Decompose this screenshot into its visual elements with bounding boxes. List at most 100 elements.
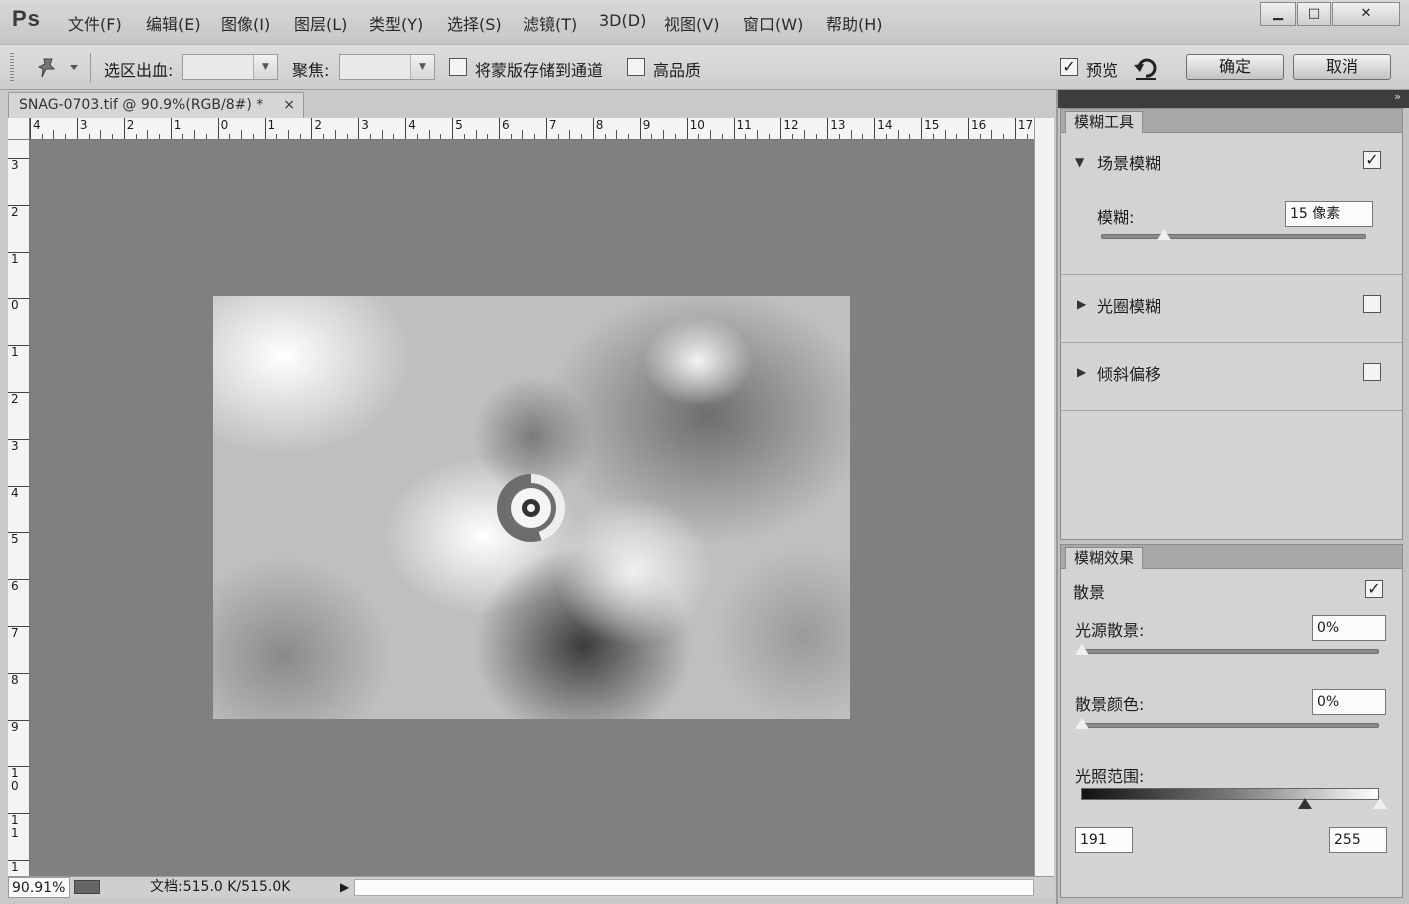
ruler-minor-tick bbox=[534, 134, 536, 139]
ruler-minor-tick bbox=[135, 134, 137, 139]
ruler-minor-tick bbox=[229, 134, 231, 139]
menu-help[interactable]: 帮助(H) bbox=[826, 11, 883, 35]
blur-effects-tab-strip: 模糊效果 bbox=[1061, 545, 1402, 569]
ruler-minor-tick bbox=[932, 134, 934, 139]
maximize-button[interactable]: □ bbox=[1297, 2, 1331, 26]
horizontal-scrollbar[interactable] bbox=[354, 879, 1034, 896]
high-quality-label: 高品质 bbox=[653, 61, 702, 80]
ruler-minor-tick bbox=[276, 134, 278, 139]
field-blur-checkbox[interactable]: ✓ bbox=[1363, 151, 1381, 169]
document-info: 文档:515.0 K/515.0K bbox=[150, 879, 291, 895]
vertical-ruler[interactable]: 32101234567891 01 11 bbox=[8, 140, 30, 876]
status-menu-arrow[interactable]: ▶ bbox=[340, 877, 349, 897]
iris-blur-title[interactable]: 光圈模糊 bbox=[1097, 293, 1161, 317]
ruler-tick-label: 4 bbox=[8, 485, 29, 500]
ruler-minor-tick bbox=[721, 134, 723, 139]
light-bokeh-slider-thumb[interactable] bbox=[1075, 644, 1089, 655]
ruler-tick-label: 12 bbox=[780, 118, 799, 139]
cancel-button[interactable]: 取消 bbox=[1293, 54, 1391, 80]
bokeh-checkbox[interactable]: ✓ bbox=[1365, 580, 1383, 598]
light-range-low-thumb[interactable] bbox=[1298, 798, 1312, 809]
close-window-button[interactable]: ✕ bbox=[1332, 2, 1400, 26]
ruler-origin[interactable] bbox=[8, 118, 30, 140]
tilt-shift-title[interactable]: 倾斜偏移 bbox=[1097, 361, 1161, 385]
ruler-tick-label: 16 bbox=[968, 118, 986, 139]
expand-triangle-icon[interactable]: ▶ bbox=[1077, 297, 1086, 311]
tilt-shift-checkbox[interactable] bbox=[1363, 363, 1381, 381]
expand-triangle-icon[interactable]: ▶ bbox=[1077, 365, 1086, 379]
tab-blur-effects[interactable]: 模糊效果 bbox=[1065, 547, 1144, 569]
ruler-minor-tick bbox=[100, 130, 102, 139]
blur-pin-handle[interactable] bbox=[497, 474, 565, 542]
light-range-high-thumb[interactable] bbox=[1373, 798, 1387, 809]
collapse-panels-icon[interactable]: » bbox=[1394, 90, 1401, 103]
ruler-minor-tick bbox=[428, 130, 430, 139]
focus-label: 聚焦: bbox=[292, 61, 330, 80]
menu-layer[interactable]: 图层(L) bbox=[294, 11, 347, 35]
ruler-minor-tick bbox=[979, 134, 981, 139]
menu-file[interactable]: 文件(F) bbox=[68, 11, 122, 35]
options-bar-grip[interactable] bbox=[10, 53, 14, 83]
high-quality-checkbox[interactable] bbox=[627, 58, 645, 76]
menu-3d[interactable]: 3D(D) bbox=[599, 11, 646, 30]
light-bokeh-input[interactable]: 0% bbox=[1312, 615, 1386, 641]
ruler-tick-label: 17 bbox=[1014, 118, 1033, 139]
light-range-gradient[interactable] bbox=[1081, 788, 1379, 800]
light-range-label: 光照范围: bbox=[1075, 767, 1145, 786]
menu-edit[interactable]: 编辑(E) bbox=[146, 11, 201, 35]
blur-amount-slider[interactable] bbox=[1101, 234, 1366, 239]
document-tab[interactable]: SNAG-0703.tif @ 90.9%(RGB/8#) * × bbox=[8, 92, 304, 118]
chevron-down-icon[interactable]: ▼ bbox=[410, 55, 434, 79]
chevron-down-icon[interactable]: ▼ bbox=[253, 55, 277, 79]
menu-select[interactable]: 选择(S) bbox=[447, 11, 502, 35]
iris-blur-checkbox[interactable] bbox=[1363, 295, 1381, 313]
ruler-minor-tick bbox=[440, 134, 442, 139]
reset-pins-icon[interactable] bbox=[1132, 54, 1160, 82]
field-blur-title[interactable]: 场景模糊 bbox=[1097, 150, 1161, 174]
light-range-high-input[interactable]: 255 bbox=[1329, 827, 1387, 853]
ruler-minor-tick bbox=[944, 130, 946, 139]
menu-image[interactable]: 图像(I) bbox=[221, 11, 270, 35]
blur-amount-slider-thumb[interactable] bbox=[1157, 229, 1171, 240]
ruler-tick-label: 11 bbox=[733, 118, 752, 139]
ruler-minor-tick bbox=[381, 130, 383, 139]
selection-bleed-label: 选区出血: bbox=[104, 61, 174, 80]
minimize-button[interactable]: ▁ bbox=[1260, 2, 1296, 26]
expand-triangle-icon[interactable]: ▼ bbox=[1075, 155, 1084, 169]
ruler-minor-tick bbox=[909, 134, 911, 139]
light-bokeh-slider[interactable] bbox=[1081, 649, 1379, 654]
menu-window[interactable]: 窗口(W) bbox=[743, 11, 803, 35]
menu-view[interactable]: 视图(V) bbox=[664, 11, 719, 35]
menu-type[interactable]: 类型(Y) bbox=[369, 11, 423, 35]
preview-checkbox[interactable]: ✓ bbox=[1060, 58, 1078, 76]
horizontal-ruler[interactable]: 4 3 2 1 0 1 2 3 4 5 6 7 8 9 10 11 12 13 14 15 16 17 bbox=[30, 118, 1034, 140]
zoom-level-field[interactable]: 90.91% bbox=[8, 877, 70, 898]
ruler-tick-label: 0 bbox=[217, 118, 228, 139]
blur-amount-input[interactable]: 15 像素 bbox=[1285, 201, 1373, 227]
selection-bleed-field[interactable]: ▼ bbox=[182, 54, 278, 80]
close-document-icon[interactable]: × bbox=[283, 93, 295, 117]
focus-field[interactable]: ▼ bbox=[339, 54, 435, 80]
ruler-minor-tick bbox=[475, 130, 477, 139]
ruler-tick-label: 2 bbox=[8, 204, 29, 219]
ruler-minor-tick bbox=[1026, 134, 1028, 139]
light-range-low-input[interactable]: 191 bbox=[1075, 827, 1133, 853]
ruler-minor-tick bbox=[627, 134, 629, 139]
bokeh-color-slider[interactable] bbox=[1081, 723, 1379, 728]
ruler-tick-label: 5 bbox=[452, 118, 463, 139]
ruler-minor-tick bbox=[991, 130, 993, 139]
pin-tool-icon[interactable] bbox=[36, 55, 80, 81]
bokeh-color-input[interactable]: 0% bbox=[1312, 689, 1386, 715]
menu-filter[interactable]: 滤镜(T) bbox=[523, 11, 577, 35]
bokeh-color-slider-thumb[interactable] bbox=[1075, 718, 1089, 729]
ruler-minor-tick bbox=[287, 130, 289, 139]
photo-shadow bbox=[713, 546, 850, 719]
ruler-tick-label: 1 bbox=[8, 251, 29, 266]
status-info-icon[interactable] bbox=[74, 880, 100, 894]
vertical-scrollbar[interactable] bbox=[1034, 118, 1054, 876]
ok-button[interactable]: 确定 bbox=[1186, 54, 1284, 80]
save-mask-checkbox[interactable] bbox=[449, 58, 467, 76]
tab-blur-tools[interactable]: 模糊工具 bbox=[1065, 111, 1144, 133]
ruler-tick-label: 1 bbox=[8, 860, 29, 874]
ruler-minor-tick bbox=[323, 134, 325, 139]
